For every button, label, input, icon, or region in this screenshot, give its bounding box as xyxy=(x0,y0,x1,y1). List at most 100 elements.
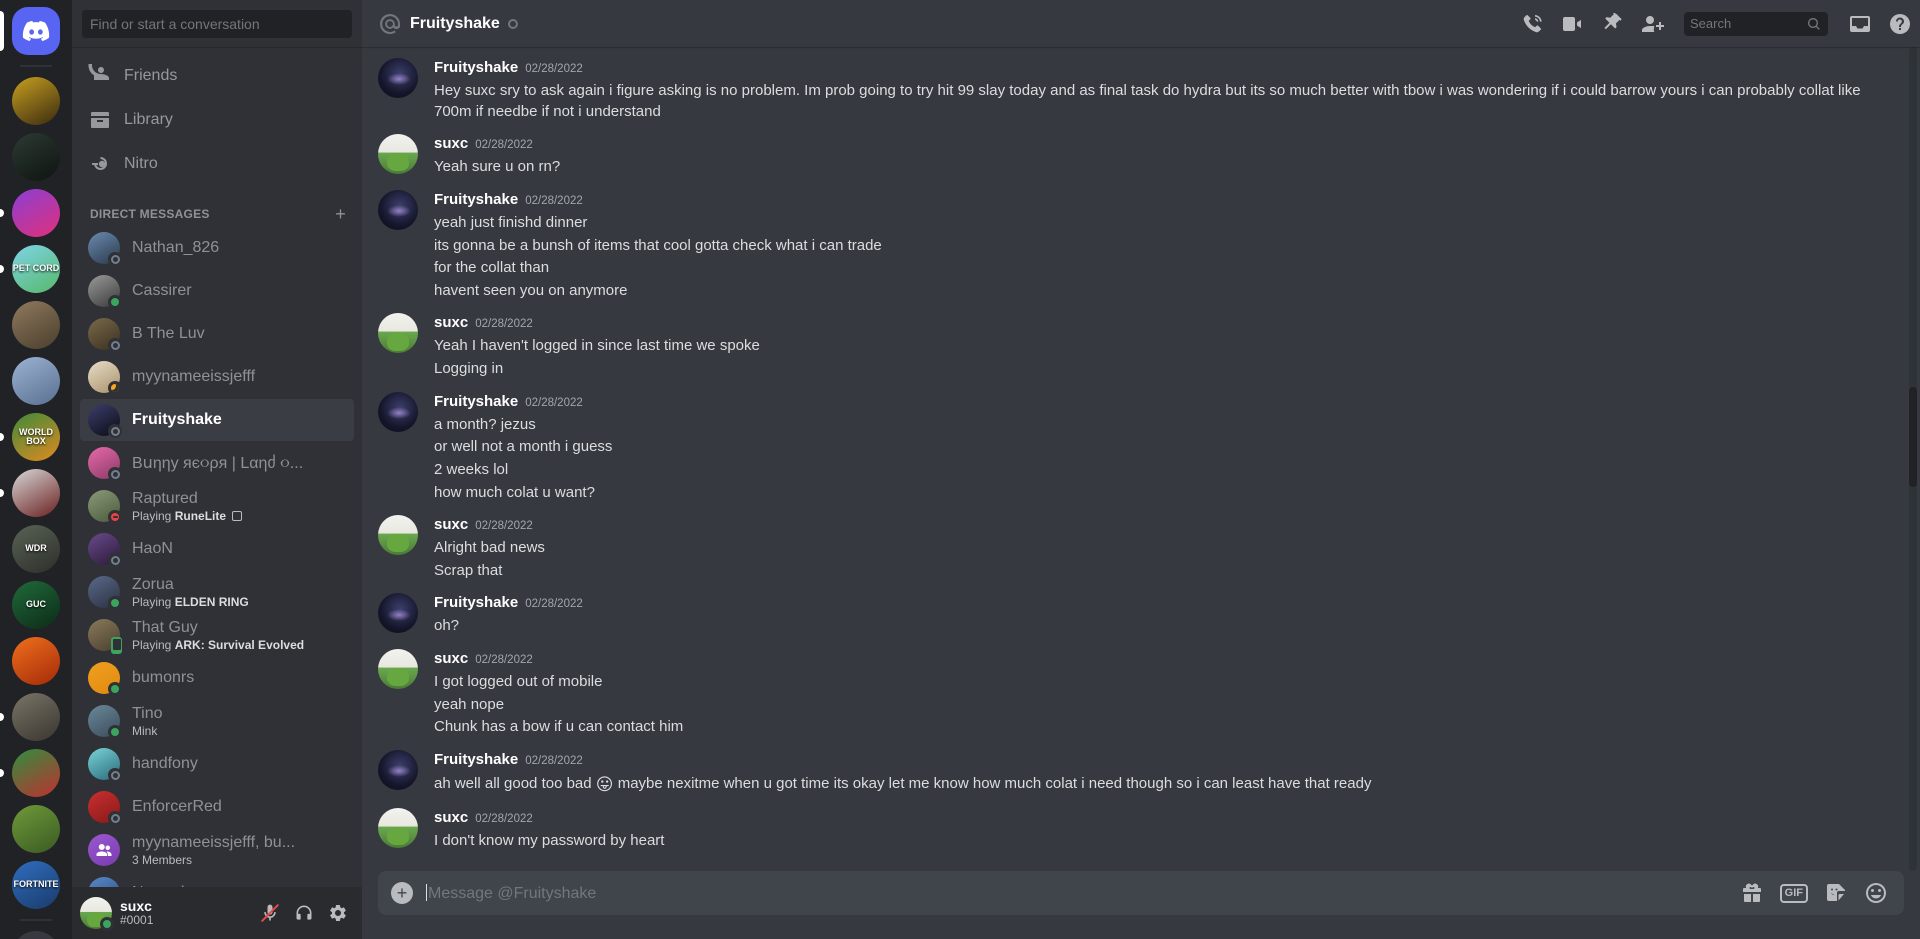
start-video-call-icon[interactable] xyxy=(1560,12,1584,36)
message-author[interactable]: suxc xyxy=(434,133,468,155)
message-author[interactable]: Fruityshake xyxy=(434,749,518,771)
avatar[interactable] xyxy=(378,515,418,556)
inbox-icon[interactable] xyxy=(1848,12,1872,36)
server-icon-guc-server[interactable]: GUC xyxy=(12,581,60,629)
message-author[interactable]: suxc xyxy=(434,514,468,536)
rail-divider xyxy=(20,919,52,921)
message-line: a month? jezus xyxy=(434,415,536,433)
scrollbar[interactable] xyxy=(1904,47,1920,871)
create-dm-button[interactable]: + xyxy=(335,205,346,223)
message-author[interactable]: suxc xyxy=(434,807,468,829)
dm-list-item[interactable]: Bսηηy яє૦ρя | Lαηძ ૦... xyxy=(80,442,354,484)
server-icon-chess-pieces-server[interactable] xyxy=(12,357,60,405)
add-friends-icon[interactable] xyxy=(1640,12,1664,36)
server-icon-worldbox-server[interactable]: WORLD BOX xyxy=(12,413,60,461)
dm-list-item[interactable]: handfony xyxy=(80,743,354,785)
search-placeholder: Search xyxy=(1690,16,1732,31)
message-line: havent seen you on anymore xyxy=(434,281,628,299)
server-icon-dog-server[interactable] xyxy=(12,301,60,349)
avatar xyxy=(88,748,122,782)
server-icon-vitruvian-man-server[interactable] xyxy=(12,693,60,741)
gift-icon[interactable] xyxy=(1740,881,1764,905)
message-author[interactable]: Fruityshake xyxy=(434,391,518,413)
message-line: ah well all good too bad 😛 maybe nexitme… xyxy=(434,774,1372,794)
dm-list-item[interactable]: myynameeissjefff, bu... 3 Members xyxy=(80,829,354,871)
dm-list-item[interactable]: Noxwalrus xyxy=(80,872,354,887)
avatar[interactable] xyxy=(378,593,418,634)
avatar[interactable] xyxy=(378,189,418,230)
dm-list-item[interactable]: EnforcerRed xyxy=(80,786,354,828)
avatar[interactable] xyxy=(378,58,418,98)
sidebar-item-nitro[interactable]: Nitro xyxy=(80,143,354,185)
server-icon-phoenix-server[interactable] xyxy=(12,637,60,685)
sidebar-item-library[interactable]: Library xyxy=(80,99,354,141)
discord-home-button[interactable] xyxy=(12,7,60,55)
avatar[interactable] xyxy=(378,134,418,175)
emoji-icon[interactable] xyxy=(1864,881,1888,905)
avatar[interactable] xyxy=(80,897,114,931)
avatar[interactable] xyxy=(378,649,418,689)
find-conversation-input[interactable]: Find or start a conversation xyxy=(82,9,352,38)
add-server-button[interactable]: + xyxy=(12,931,60,939)
dm-text: Tino Mink xyxy=(132,705,346,738)
start-voice-call-icon[interactable] xyxy=(1520,12,1544,36)
dm-list-item[interactable]: myynameeissjefff xyxy=(80,356,354,398)
dm-list-item[interactable]: Nathan_826 xyxy=(80,227,354,269)
dm-section-header: DIRECT MESSAGES + xyxy=(80,187,354,227)
server-icon-spartan-helmet-server[interactable] xyxy=(12,77,60,125)
messages-scroll-container[interactable]: Fruityshake 02/28/2022 Hey suxc sry to ask… xyxy=(362,47,1920,871)
dm-text: Zorua Playing ELDEN RING xyxy=(132,576,346,609)
avatar[interactable] xyxy=(378,749,418,790)
scrollbar-thumb[interactable] xyxy=(1909,387,1917,487)
status-badge xyxy=(108,381,122,395)
server-icon-alarm-clock-server[interactable] xyxy=(12,469,60,517)
dm-list-item[interactable]: Raptured Playing RuneLite xyxy=(80,485,354,527)
avatar[interactable] xyxy=(378,808,418,849)
avatar[interactable] xyxy=(378,313,418,354)
dm-scroll-area[interactable]: Friends Library Nitro DIRECT MESSAGES + … xyxy=(72,47,362,887)
mute-microphone-icon[interactable] xyxy=(254,897,286,929)
message-author[interactable]: Fruityshake xyxy=(434,57,518,79)
server-icon-kiwi-bird-server[interactable] xyxy=(12,805,60,853)
dm-name: EnforcerRed xyxy=(132,798,222,815)
status-badge xyxy=(108,338,122,352)
avatar[interactable] xyxy=(378,391,418,432)
server-icon-petcord-server[interactable]: PET CORD xyxy=(12,245,60,293)
message-author[interactable]: Fruityshake xyxy=(434,189,518,211)
avatar xyxy=(88,404,122,438)
status-badge xyxy=(108,510,122,524)
server-icon-photo-portrait-server[interactable] xyxy=(12,133,60,181)
gif-icon[interactable]: GIF xyxy=(1779,883,1808,903)
gear-icon[interactable] xyxy=(322,897,354,929)
sticker-icon[interactable] xyxy=(1824,881,1848,905)
search-icon xyxy=(1808,17,1820,30)
dm-list-item[interactable]: That Guy Playing ARK: Survival Evolved xyxy=(80,614,354,656)
message-author[interactable]: Fruityshake xyxy=(434,592,518,614)
server-item-wrap xyxy=(0,637,72,685)
message-author[interactable]: suxc xyxy=(434,312,468,334)
pinned-messages-icon[interactable] xyxy=(1600,12,1624,36)
message-author[interactable]: suxc xyxy=(434,648,468,670)
dm-list-item[interactable]: Fruityshake xyxy=(80,399,354,441)
attach-file-button[interactable]: + xyxy=(378,871,426,915)
page-title: Fruityshake xyxy=(410,14,500,32)
server-icon-bar-chart-server[interactable] xyxy=(12,749,60,797)
dm-list-item[interactable]: Tino Mink xyxy=(80,700,354,742)
help-icon[interactable] xyxy=(1888,12,1912,36)
message-body: Fruityshake 02/28/2022 oh? xyxy=(434,592,1872,638)
server-icon-wdr-server[interactable]: WDR xyxy=(12,525,60,573)
dm-list-item[interactable]: Zorua Playing ELDEN RING xyxy=(80,571,354,613)
server-icon-w-rainbow-server[interactable] xyxy=(12,189,60,237)
user-identity[interactable]: suxc #0001 xyxy=(120,898,246,928)
dm-list-item[interactable]: B The Luv xyxy=(80,313,354,355)
message-input[interactable]: Message @Fruityshake xyxy=(426,873,1740,914)
friends-icon xyxy=(88,64,112,88)
search-input[interactable]: Search xyxy=(1684,11,1828,36)
dm-list-item[interactable]: bumonrs xyxy=(80,657,354,699)
dm-list-item[interactable]: Cassirer xyxy=(80,270,354,312)
message-group: suxc 02/28/2022 Yeah sure u on rn? xyxy=(362,123,1920,179)
dm-list-item[interactable]: HaoN xyxy=(80,528,354,570)
sidebar-item-friends[interactable]: Friends xyxy=(80,55,354,97)
server-icon-fortnite-server[interactable]: FORTNITE xyxy=(12,861,60,909)
deafen-headphones-icon[interactable] xyxy=(288,897,320,929)
